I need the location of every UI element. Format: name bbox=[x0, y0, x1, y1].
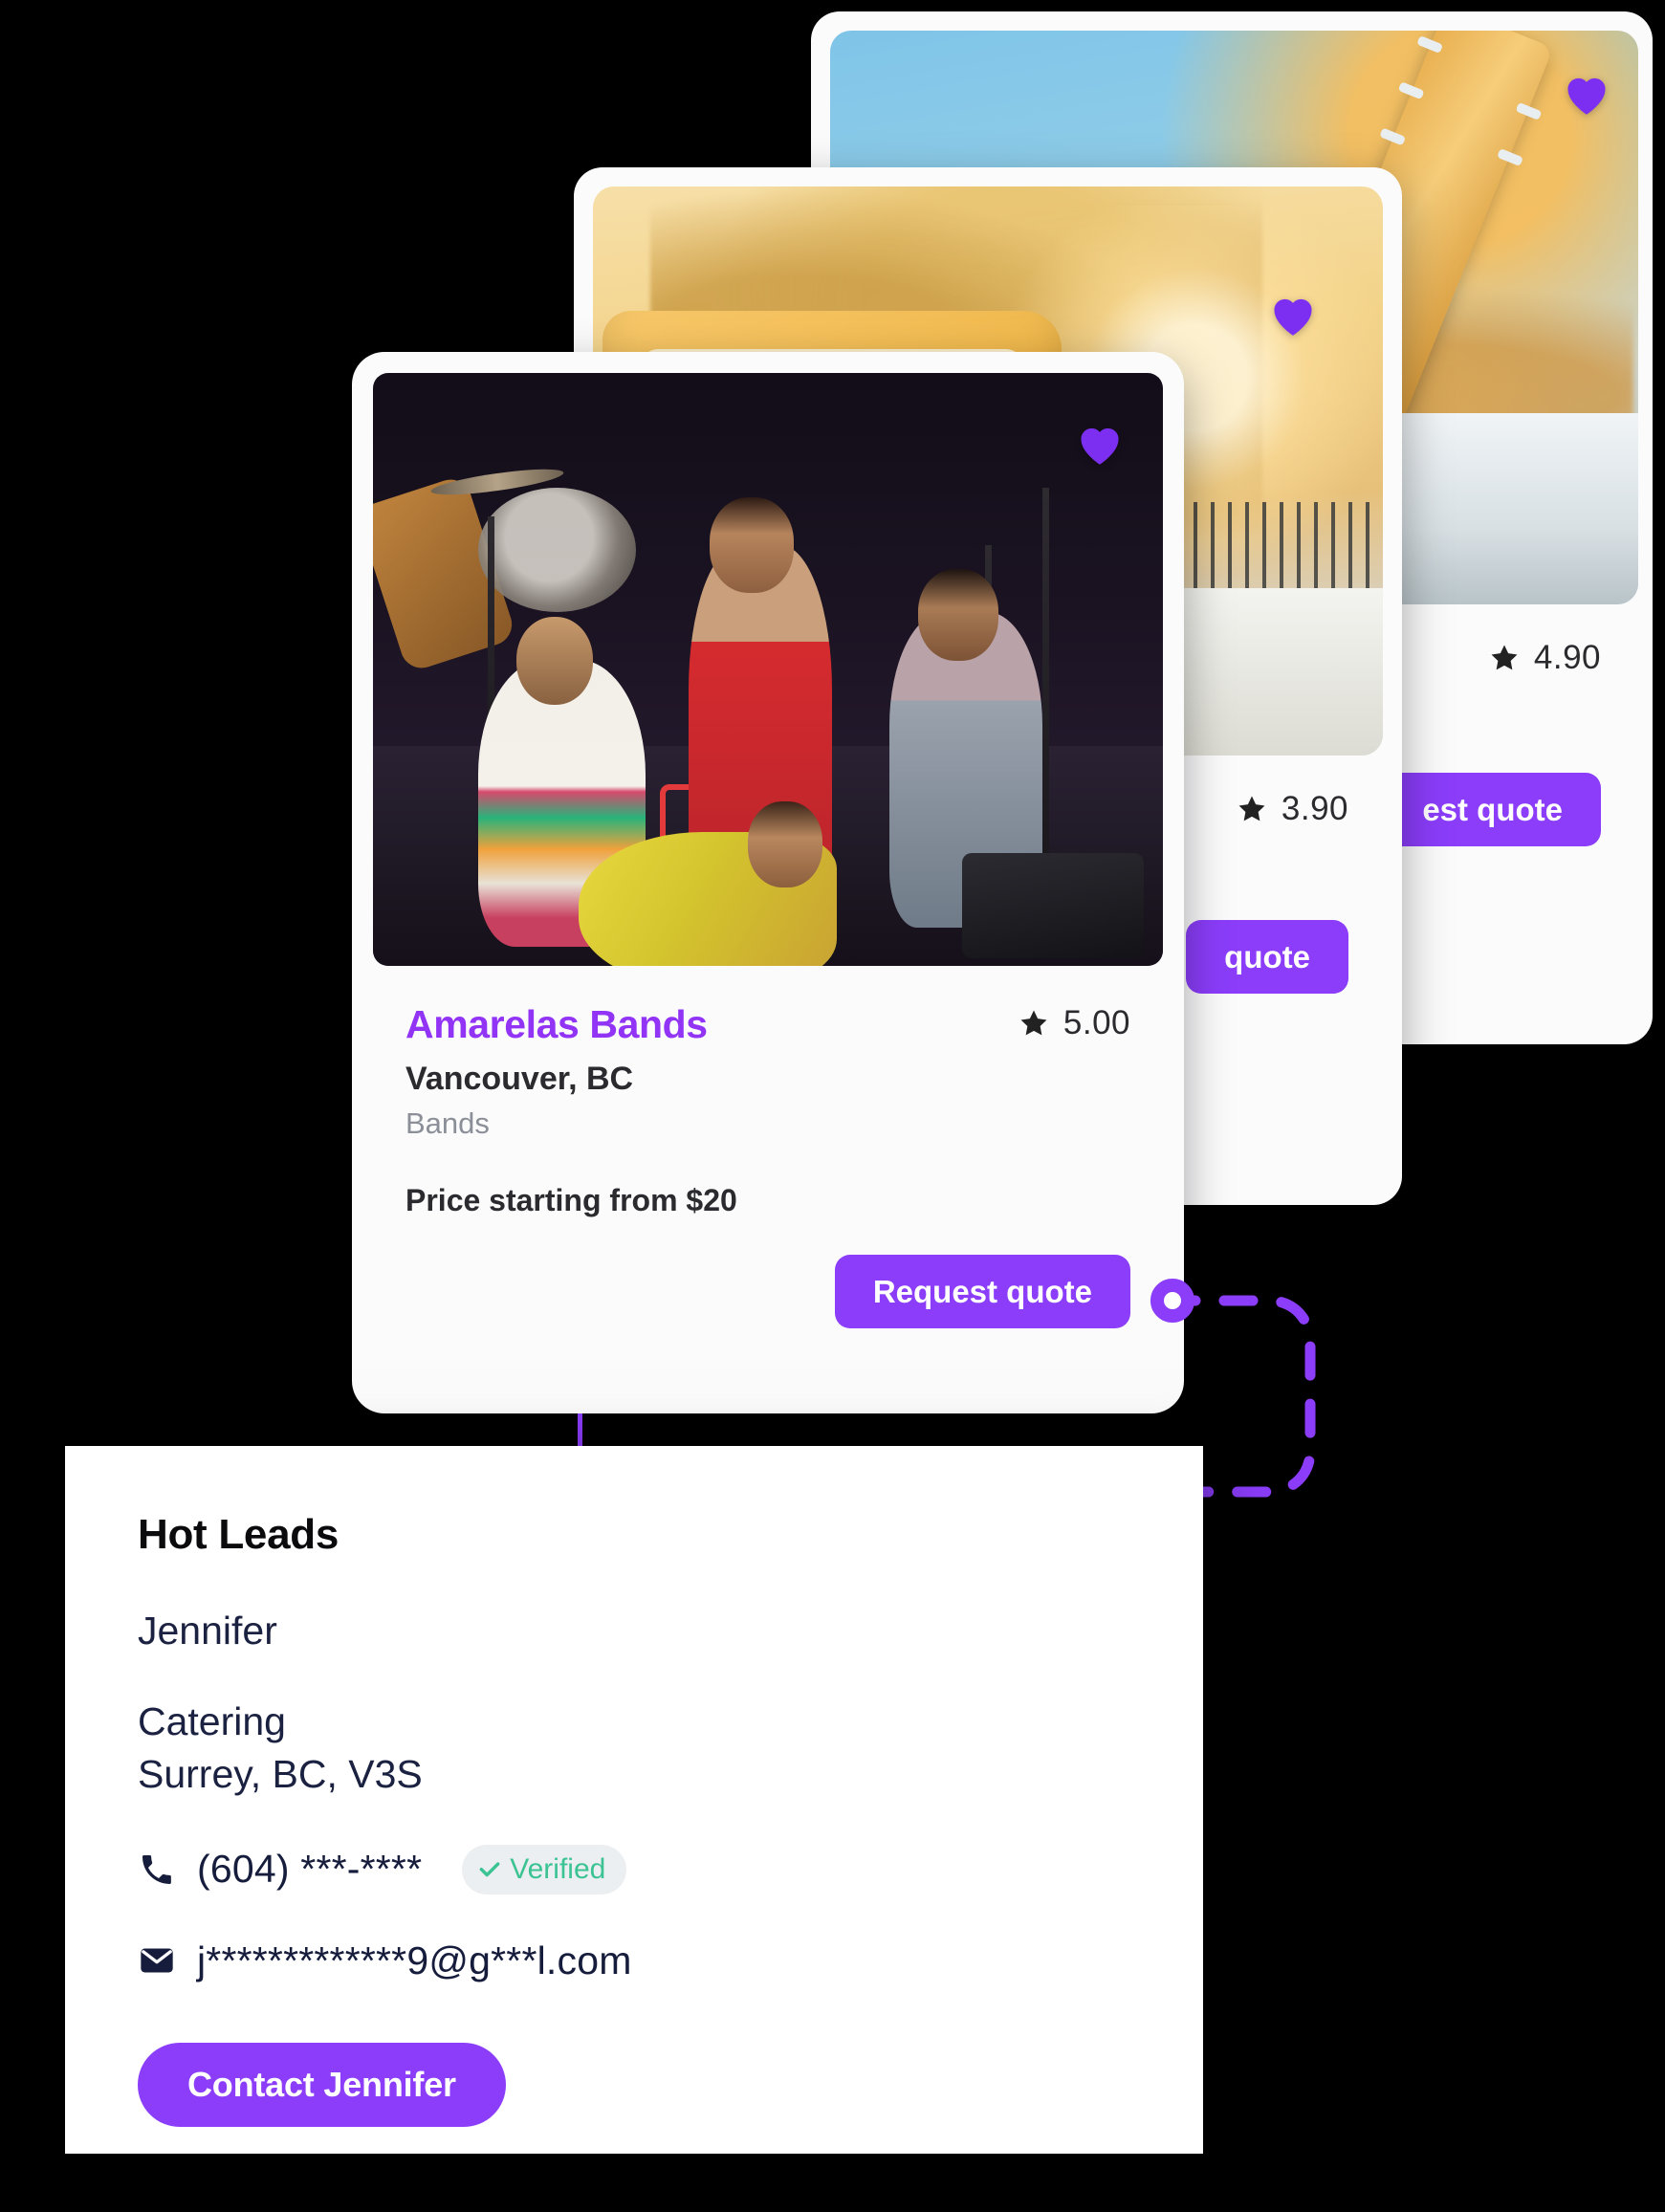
lead-location: Surrey, BC, V3S bbox=[138, 1751, 423, 1796]
vendor-card-front[interactable]: Amarelas Bands Vancouver, BC Bands 5.00 … bbox=[352, 352, 1184, 1413]
rating-back: 4.90 bbox=[1488, 639, 1601, 677]
star-icon bbox=[1488, 642, 1521, 674]
envelope-icon bbox=[138, 1941, 176, 1980]
rating-value: 5.00 bbox=[1063, 1004, 1130, 1041]
business-name[interactable]: Amarelas Bands bbox=[405, 1003, 708, 1045]
heart-icon[interactable] bbox=[1268, 292, 1318, 338]
star-icon bbox=[1018, 1007, 1050, 1040]
business-category: Bands bbox=[405, 1106, 490, 1141]
request-quote-button-front[interactable]: Request quote bbox=[834, 1255, 1130, 1329]
business-price: Price starting from $20 bbox=[405, 1183, 737, 1218]
rating-middle: 3.90 bbox=[1236, 790, 1348, 828]
lead-name: Jennifer bbox=[138, 1609, 277, 1653]
rating-front: 5.00 bbox=[1018, 1004, 1130, 1042]
lead-category: Catering bbox=[138, 1699, 286, 1743]
heart-icon[interactable] bbox=[1075, 421, 1125, 467]
vendor-body-front: Amarelas Bands Vancouver, BC Bands 5.00 … bbox=[352, 966, 1184, 1361]
screenshot-root: 4.90 est quote 3.90 quote Amarelas Bands… bbox=[0, 0, 1665, 2212]
vendor-photo-front bbox=[373, 373, 1163, 966]
business-location: Vancouver, BC bbox=[405, 1061, 634, 1098]
contact-lead-button[interactable]: Contact Jennifer bbox=[138, 2042, 506, 2127]
lead-details: Catering Surrey, BC, V3S bbox=[138, 1696, 1130, 1801]
rating-value: 4.90 bbox=[1533, 639, 1601, 676]
heart-icon[interactable] bbox=[1562, 71, 1611, 117]
request-quote-button-back[interactable]: est quote bbox=[1384, 773, 1601, 846]
status-badge: Verified bbox=[462, 1844, 627, 1894]
verified-label: Verified bbox=[510, 1852, 606, 1885]
rating-value: 3.90 bbox=[1281, 790, 1348, 827]
lead-email: j*************9@g***l.com bbox=[197, 1938, 632, 1982]
check-icon bbox=[477, 1857, 502, 1882]
phone-icon bbox=[138, 1851, 176, 1889]
star-icon bbox=[1236, 793, 1268, 825]
hot-leads-panel: Hot Leads Jennifer Catering Surrey, BC, … bbox=[65, 1446, 1203, 2154]
hot-leads-title: Hot Leads bbox=[138, 1511, 339, 1558]
connector-node-top bbox=[1150, 1279, 1194, 1323]
lead-phone: (604) ***-**** bbox=[197, 1847, 423, 1892]
request-quote-button-middle[interactable]: quote bbox=[1186, 920, 1348, 994]
lead-phone-row: (604) ***-**** Verified bbox=[138, 1844, 1130, 1894]
lead-email-row: j*************9@g***l.com bbox=[138, 1938, 1130, 1983]
